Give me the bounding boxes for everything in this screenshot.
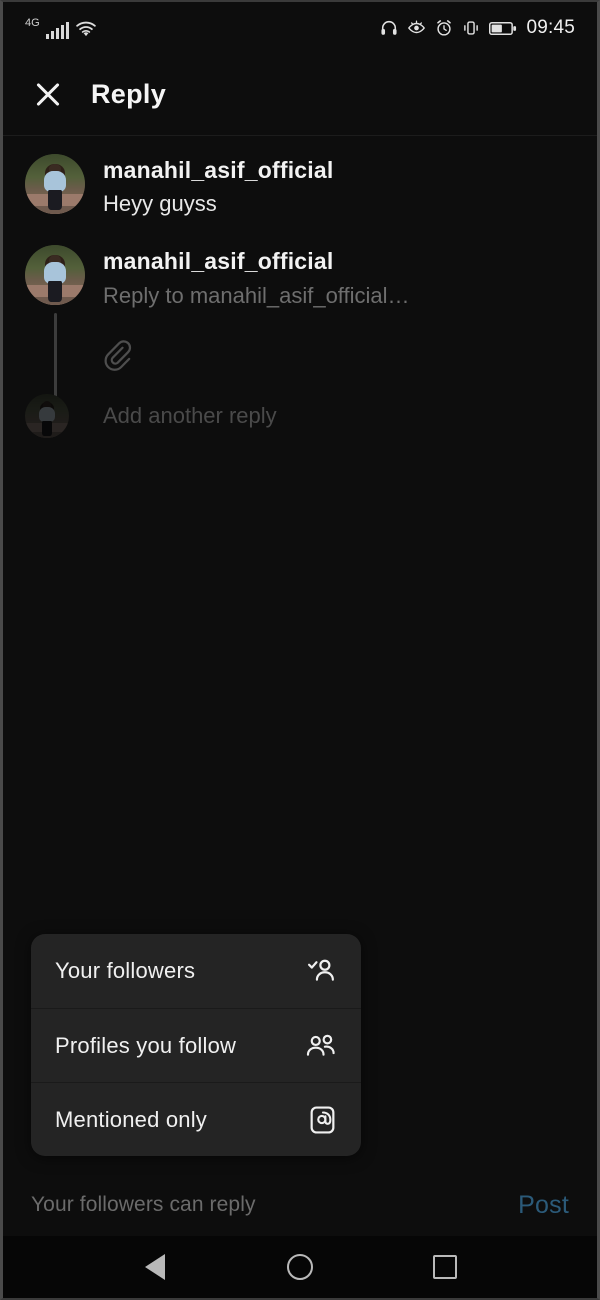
people-icon bbox=[305, 1032, 337, 1060]
original-post-avatar-column bbox=[25, 154, 89, 219]
add-another-avatar-column bbox=[25, 394, 89, 439]
avatar bbox=[25, 394, 69, 439]
attachment-spacer bbox=[25, 332, 89, 380]
original-post-username[interactable]: manahil_asif_official bbox=[103, 156, 575, 185]
status-bar: 4G 09:45 bbox=[3, 2, 597, 54]
vibrate-icon bbox=[462, 19, 480, 37]
status-bar-left: 4G bbox=[25, 16, 97, 39]
attachment-row bbox=[3, 332, 597, 380]
reply-composer-row: manahil_asif_official Reply to manahil_a… bbox=[3, 219, 597, 424]
add-another-reply-row[interactable]: Add another reply bbox=[3, 380, 597, 439]
person-check-icon bbox=[307, 957, 337, 985]
alarm-clock-icon bbox=[435, 19, 453, 37]
network-type-label: 4G bbox=[25, 16, 40, 29]
add-another-body: Add another reply bbox=[89, 401, 575, 431]
reply-audience-menu: Your followers Profiles you follow Menti… bbox=[31, 934, 361, 1156]
eye-comfort-icon bbox=[407, 19, 426, 37]
battery-icon bbox=[489, 21, 517, 36]
menu-item-profiles-you-follow[interactable]: Profiles you follow bbox=[31, 1008, 361, 1082]
home-circle-icon[interactable] bbox=[277, 1244, 323, 1290]
close-icon[interactable] bbox=[31, 78, 65, 112]
screen-header: Reply bbox=[3, 54, 597, 136]
menu-item-your-followers[interactable]: Your followers bbox=[31, 934, 361, 1008]
avatar[interactable] bbox=[25, 245, 85, 306]
phone-screen: 4G 09:45 Reply manahil_asif_official Hey… bbox=[0, 0, 600, 1300]
original-post-body: manahil_asif_official Heyy guyss bbox=[89, 154, 575, 219]
menu-item-mentioned-only[interactable]: Mentioned only bbox=[31, 1082, 361, 1156]
page-title: Reply bbox=[91, 79, 167, 109]
composer-bottom-bar: Your followers can reply Post bbox=[3, 1174, 597, 1236]
audience-note[interactable]: Your followers can reply bbox=[31, 1193, 256, 1217]
original-post-text: Heyy guyss bbox=[103, 191, 217, 217]
avatar[interactable] bbox=[25, 154, 85, 214]
status-bar-clock: 09:45 bbox=[526, 17, 575, 38]
recents-square-icon[interactable] bbox=[422, 1244, 468, 1290]
signal-bars-icon bbox=[45, 21, 70, 39]
at-mention-icon bbox=[308, 1105, 337, 1135]
wifi-icon bbox=[75, 21, 97, 38]
reply-composer-body: manahil_asif_official Reply to manahil_a… bbox=[89, 245, 575, 310]
original-post-row: manahil_asif_official Heyy guyss bbox=[3, 136, 597, 219]
menu-item-label: Profiles you follow bbox=[55, 1032, 237, 1058]
reply-composer-username[interactable]: manahil_asif_official bbox=[103, 247, 575, 276]
status-bar-right: 09:45 bbox=[380, 17, 575, 39]
android-nav-bar bbox=[3, 1236, 597, 1298]
back-triangle-icon[interactable] bbox=[132, 1244, 178, 1290]
menu-item-label: Your followers bbox=[55, 958, 196, 983]
post-button[interactable]: Post bbox=[518, 1191, 569, 1220]
reply-input[interactable]: Reply to manahil_asif_official… bbox=[103, 281, 575, 311]
headphones-icon bbox=[380, 19, 398, 37]
menu-item-label: Mentioned only bbox=[55, 1106, 208, 1132]
paperclip-icon[interactable] bbox=[103, 332, 147, 380]
add-another-reply-label[interactable]: Add another reply bbox=[103, 401, 277, 431]
reply-composer-avatar-column bbox=[25, 245, 89, 424]
